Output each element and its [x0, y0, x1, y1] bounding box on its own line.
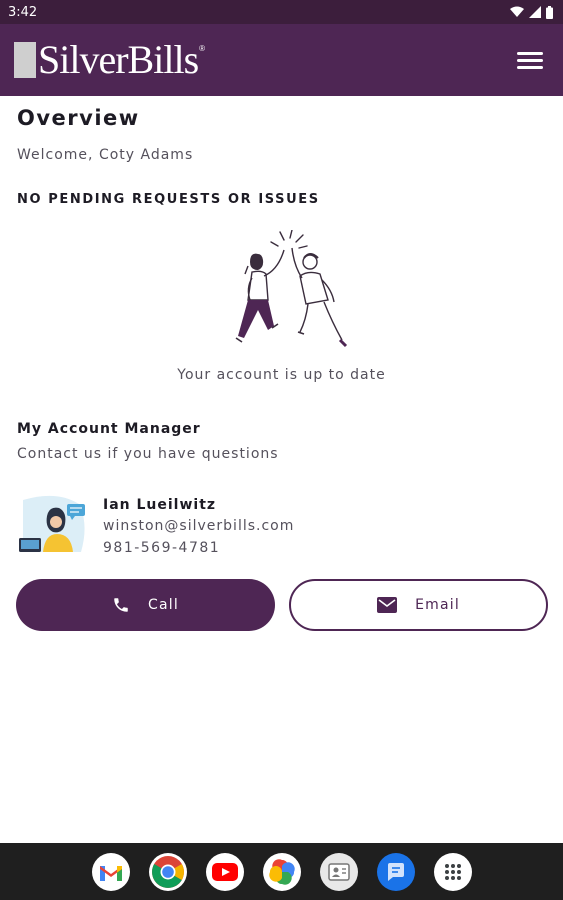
gmail-icon[interactable] — [91, 852, 130, 891]
battery-icon — [546, 5, 553, 19]
logo-text: SilverBills — [38, 37, 199, 82]
call-button-label: Call — [148, 597, 179, 613]
wifi-icon — [510, 6, 524, 17]
logo-mark — [14, 42, 36, 78]
account-manager-subtitle: Contact us if you have questions — [17, 446, 279, 462]
status-icons — [510, 5, 553, 19]
status-bar: 3:42 — [0, 0, 563, 24]
hamburger-menu-icon[interactable] — [517, 45, 547, 75]
app-dock — [0, 843, 563, 900]
contacts-icon[interactable] — [319, 852, 358, 891]
account-manager-phone[interactable]: 981-569-4781 — [103, 540, 220, 556]
page-title: Overview — [17, 106, 140, 130]
app-drawer-icon[interactable] — [433, 852, 472, 891]
email-button-label: Email — [415, 597, 460, 613]
call-button[interactable]: Call — [16, 579, 275, 631]
high-five-illustration — [235, 230, 348, 348]
account-manager-name: Ian Lueilwitz — [103, 497, 217, 513]
chrome-icon[interactable] — [148, 852, 187, 891]
pending-requests-heading: NO PENDING REQUESTS OR ISSUES — [17, 192, 320, 207]
account-status-text: Your account is up to date — [177, 367, 386, 383]
email-button[interactable]: Email — [289, 579, 548, 631]
account-manager-email[interactable]: winston@silverbills.com — [103, 518, 294, 534]
welcome-text: Welcome, Coty Adams — [17, 147, 194, 163]
signal-icon — [529, 6, 541, 18]
silverbills-logo[interactable]: SilverBills ® — [14, 40, 205, 80]
photos-icon[interactable] — [262, 852, 301, 891]
youtube-icon[interactable] — [205, 852, 244, 891]
app-bar: SilverBills ® — [0, 24, 563, 96]
mail-icon — [377, 597, 398, 613]
messages-icon[interactable] — [376, 852, 415, 891]
logo-registered-mark: ® — [199, 44, 206, 53]
account-manager-heading: My Account Manager — [17, 421, 201, 437]
status-time: 3:42 — [8, 4, 38, 20]
account-manager-avatar — [19, 495, 85, 552]
phone-icon — [114, 598, 128, 612]
